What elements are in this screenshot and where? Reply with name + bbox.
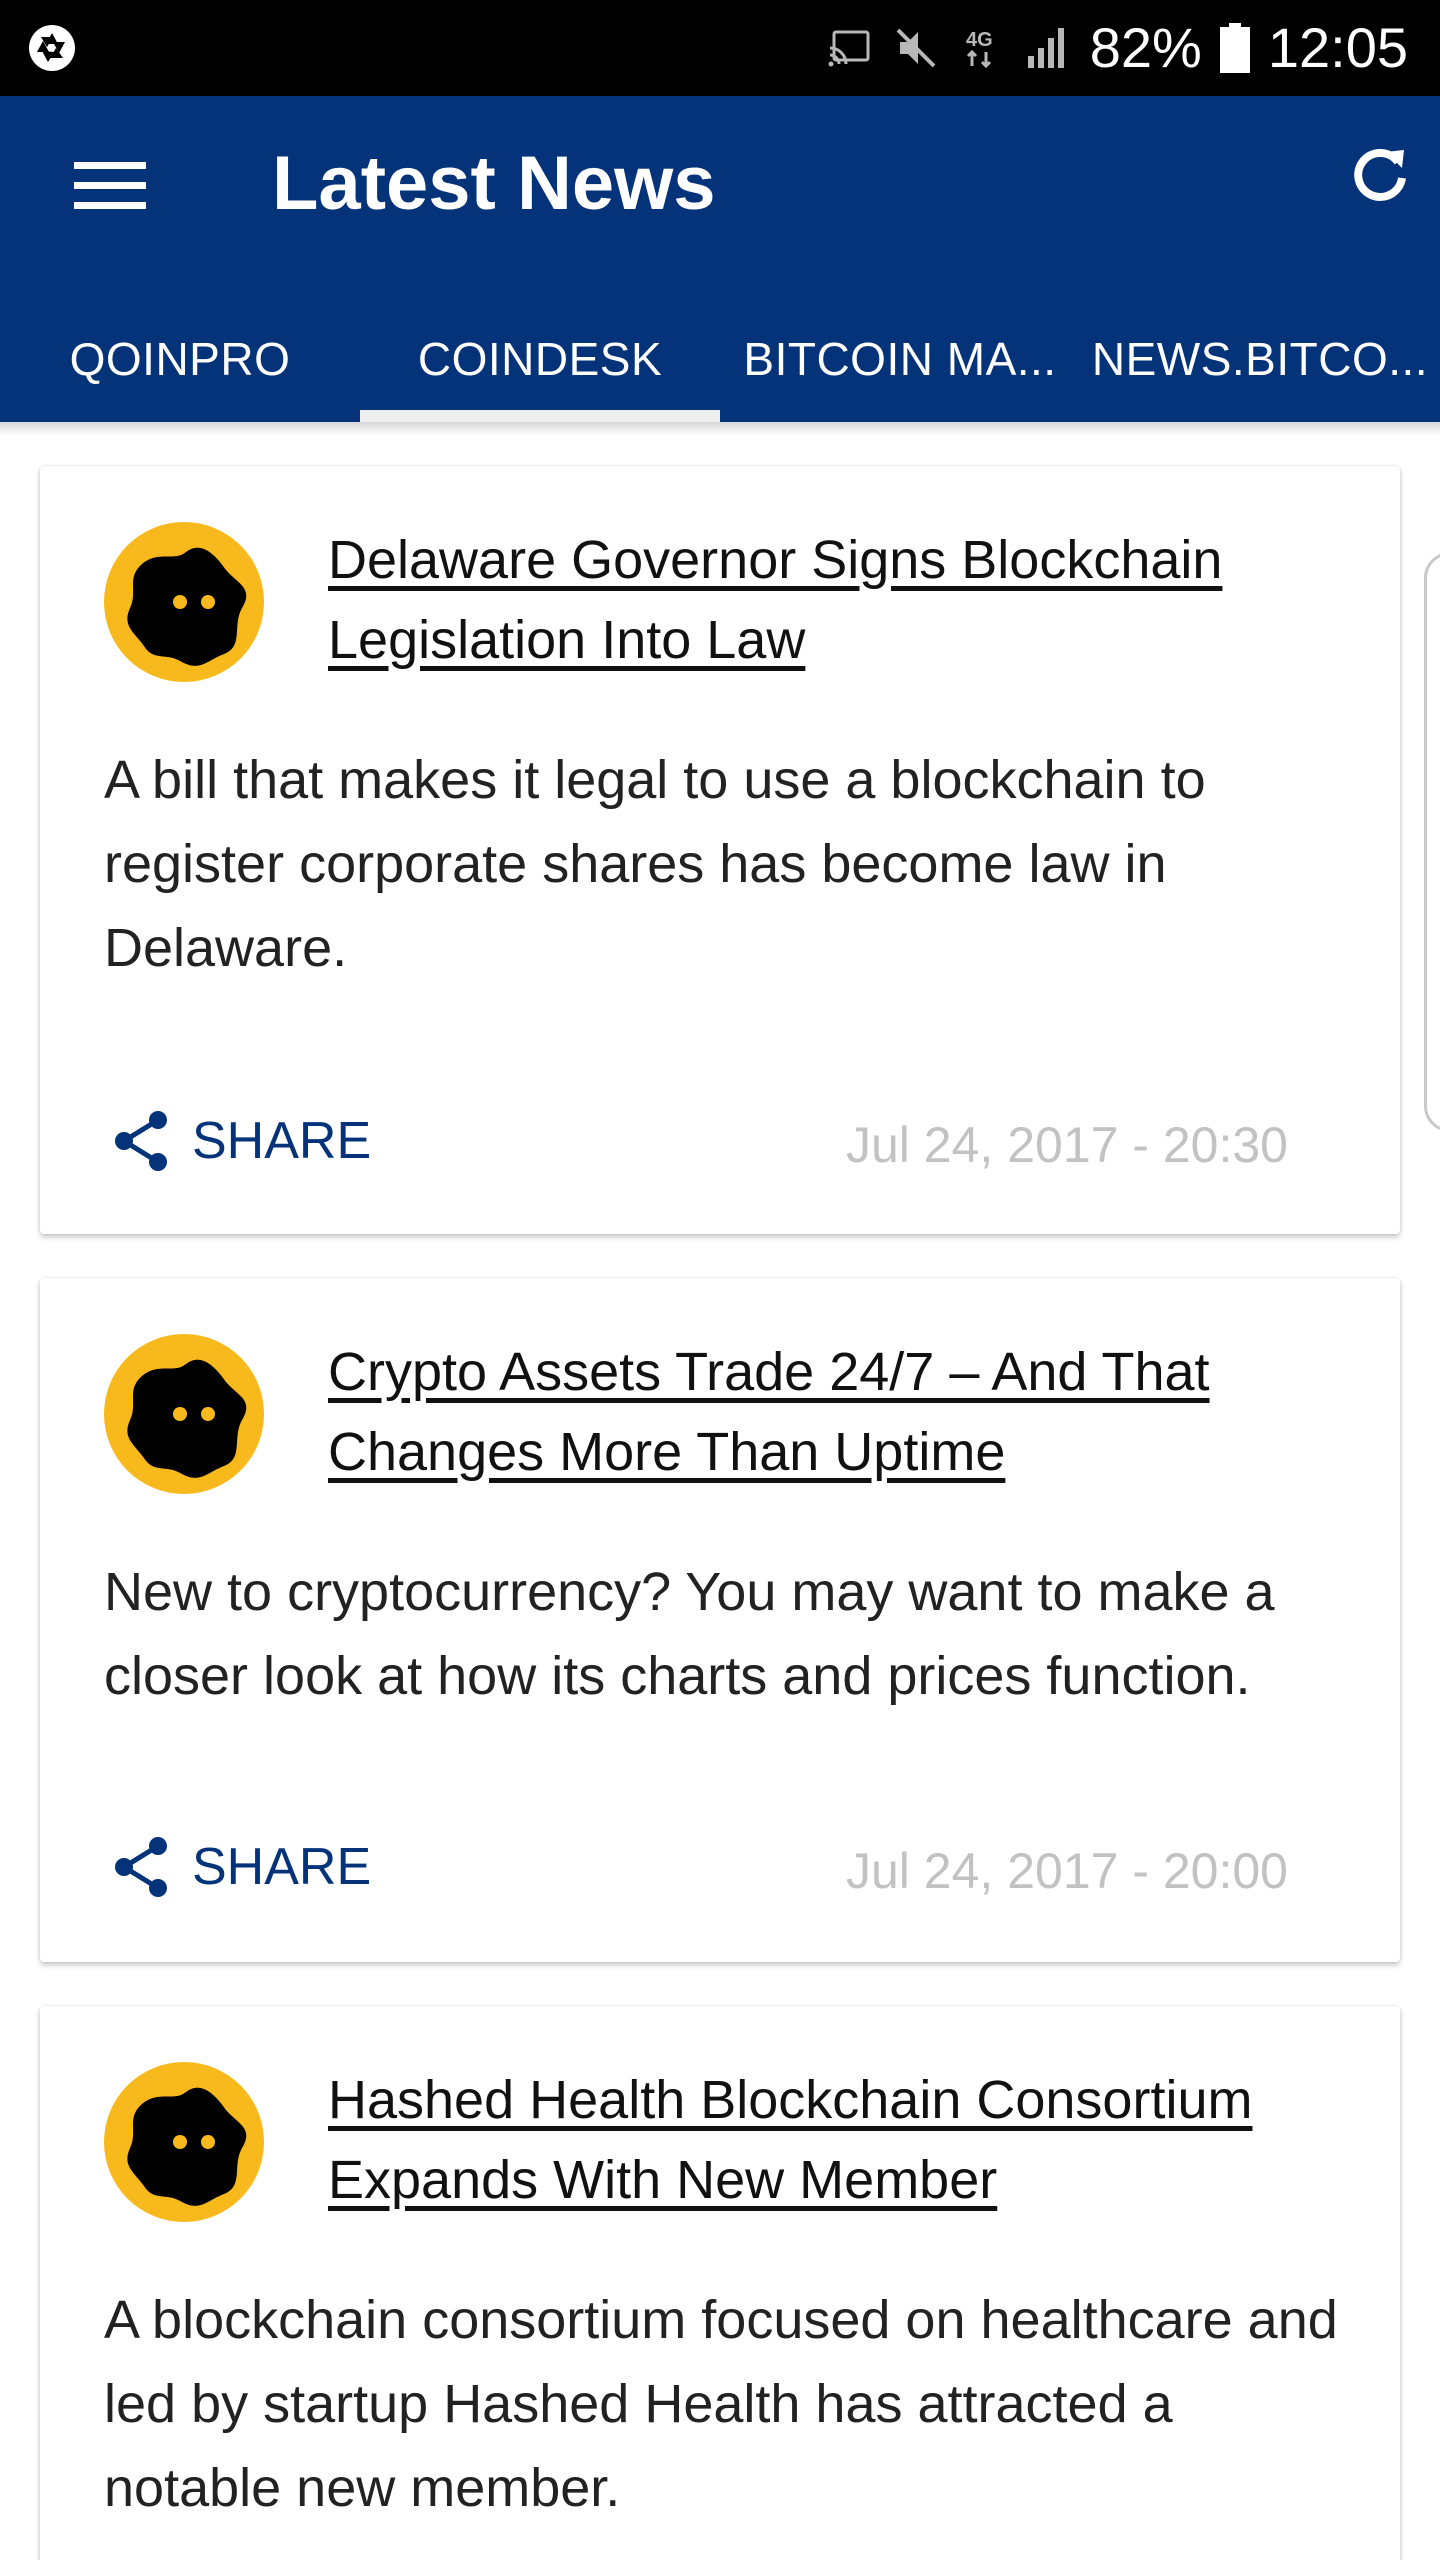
clock: 12:05: [1267, 16, 1408, 79]
cast-icon: [828, 30, 870, 67]
article-summary: New to cryptocurrency? You may want to m…: [104, 1562, 1275, 1706]
news-card[interactable]: Delaware Governor Signs Blockchain Legis…: [40, 466, 1400, 1234]
article-title[interactable]: Hashed Health Blockchain Consortium Expa…: [328, 2060, 1358, 2220]
article-summary: A bill that makes it legal to use a bloc…: [104, 750, 1206, 978]
svg-text:4G: 4G: [966, 29, 993, 51]
refresh-icon[interactable]: [1346, 140, 1414, 208]
status-bar: 4G 82% 12:05: [0, 0, 1440, 96]
app-bar: Latest News QOINPRO COINDESK BITCOIN MA.…: [0, 96, 1440, 422]
hamburger-menu-icon[interactable]: [70, 146, 150, 226]
next-page-edge: [1424, 552, 1440, 1132]
tab-bitcoin-magazine[interactable]: BITCOIN MA...: [720, 296, 1080, 422]
battery-icon: [1219, 23, 1250, 73]
network-4g-icon: 4G: [966, 29, 993, 69]
app-bar-shadow: [0, 422, 1440, 436]
tab-coindesk[interactable]: COINDESK: [360, 296, 720, 422]
article-title[interactable]: Delaware Governor Signs Blockchain Legis…: [328, 520, 1358, 680]
battery-percent: 82%: [1089, 16, 1202, 79]
aperture-icon: [29, 25, 75, 71]
article-date: Jul 24, 2017 - 20:30: [846, 1117, 1288, 1173]
news-card[interactable]: Crypto Assets Trade 24/7 – And That Chan…: [40, 1278, 1400, 1962]
source-tabs: QOINPRO COINDESK BITCOIN MA... NEWS.BITC…: [0, 296, 1440, 422]
article-summary: A blockchain consortium focused on healt…: [104, 2290, 1338, 2518]
share-button[interactable]: SHARE: [110, 1108, 371, 1174]
article-title[interactable]: Crypto Assets Trade 24/7 – And That Chan…: [328, 1332, 1358, 1492]
share-button[interactable]: SHARE: [110, 1834, 371, 1900]
coindesk-logo-icon: [104, 522, 264, 682]
share-icon: [115, 1837, 167, 1897]
tab-news-bitcoin[interactable]: NEWS.BITCO...: [1080, 296, 1440, 422]
mute-icon: [896, 28, 936, 68]
share-icon: [115, 1111, 167, 1171]
share-label: SHARE: [192, 1112, 372, 1170]
tab-qoinpro[interactable]: QOINPRO: [0, 296, 360, 422]
signal-icon: [1027, 28, 1064, 68]
coindesk-logo-icon: [104, 2062, 264, 2222]
share-label: SHARE: [192, 1838, 372, 1896]
news-card[interactable]: Hashed Health Blockchain Consortium Expa…: [40, 2006, 1400, 2560]
article-date: Jul 24, 2017 - 20:00: [846, 1843, 1288, 1899]
page-title: Latest News: [272, 141, 716, 226]
coindesk-logo-icon: [104, 1334, 264, 1494]
